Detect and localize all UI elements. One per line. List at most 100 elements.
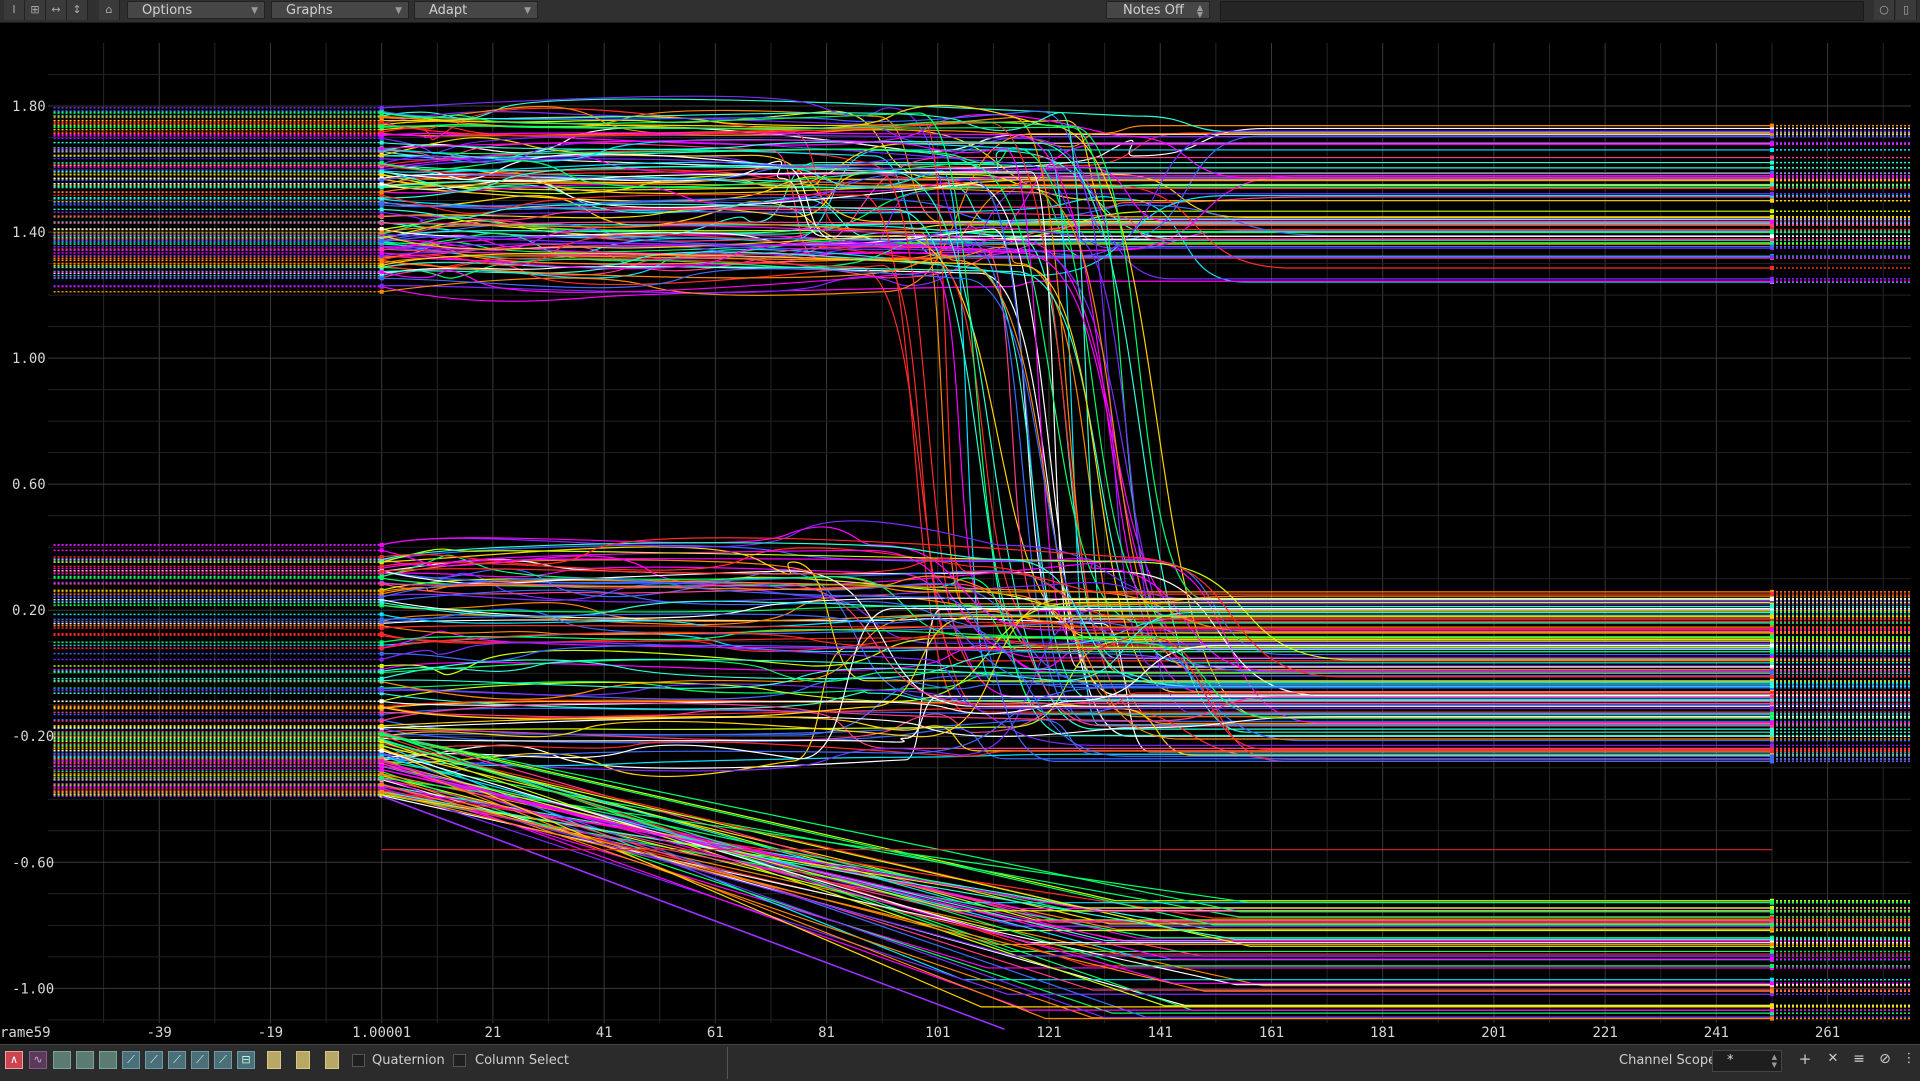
animation-curves-plot[interactable]: 1.80 1.40 1.00 0.60 0.20 -0.20 -0.60 -1.00 rame… [0, 23, 1920, 1043]
list-icon[interactable]: ≡ [1850, 1051, 1868, 1069]
keyframe[interactable] [379, 258, 384, 263]
keyframe[interactable] [379, 688, 384, 693]
keyframe[interactable] [379, 153, 384, 158]
frame-vertical-icon[interactable]: ↕ [67, 0, 88, 20]
keyframe[interactable] [1769, 209, 1774, 214]
keyframe[interactable] [379, 247, 384, 252]
keyframe[interactable] [1769, 977, 1774, 982]
graphs-menu[interactable]: Graphs ▼ [271, 1, 409, 19]
tangent-flat-icon[interactable]: ⟋ [168, 1051, 186, 1069]
keyframe[interactable] [1769, 957, 1774, 962]
keyframe[interactable] [1769, 123, 1774, 128]
home-icon[interactable]: ⌂ [99, 0, 120, 20]
keyframe[interactable] [1769, 684, 1774, 689]
keyframe[interactable] [379, 790, 384, 795]
keyframe[interactable] [1769, 621, 1774, 626]
keyframe[interactable] [379, 221, 384, 226]
keyframe[interactable] [379, 250, 384, 255]
more-icon[interactable]: ⋮ [1902, 1051, 1916, 1069]
keyframe[interactable] [379, 115, 384, 120]
keyframe[interactable] [1769, 964, 1774, 969]
tangent-linear-icon[interactable]: ⟋ [122, 1051, 140, 1069]
keyframe[interactable] [1769, 223, 1774, 228]
keyframe[interactable] [379, 664, 384, 669]
keyframe[interactable] [1769, 720, 1774, 725]
keyframe[interactable] [379, 178, 384, 183]
keyframe[interactable] [1769, 229, 1774, 234]
keyframe[interactable] [1769, 759, 1774, 764]
quaternion-checkbox[interactable] [352, 1054, 365, 1067]
animation-curve[interactable] [381, 193, 1772, 715]
keyframe[interactable] [1769, 244, 1774, 249]
keyframe[interactable] [379, 200, 384, 205]
keyframe-color-icon[interactable] [325, 1051, 339, 1069]
keyframe[interactable] [1769, 909, 1774, 914]
keyframe[interactable] [379, 555, 384, 560]
keyframe[interactable] [379, 657, 384, 662]
keyframe[interactable] [379, 633, 384, 638]
keyframe[interactable] [1769, 604, 1774, 609]
keyframe[interactable] [1769, 142, 1774, 147]
keyframe[interactable] [379, 739, 384, 744]
keyframe[interactable] [1769, 177, 1774, 182]
keyframe[interactable] [1769, 592, 1774, 597]
keyframe[interactable] [379, 732, 384, 737]
frame-all-icon[interactable]: ⊞ [25, 0, 46, 20]
keyframe[interactable] [379, 574, 384, 579]
keyframe[interactable] [379, 263, 384, 268]
keyframe[interactable] [379, 160, 384, 165]
animation-curve[interactable] [381, 750, 1772, 944]
keyframe[interactable] [1769, 674, 1774, 679]
keyframe[interactable] [379, 105, 384, 110]
keyframe[interactable] [379, 626, 384, 631]
keyframe[interactable] [1769, 266, 1774, 271]
notes-toggle[interactable]: Notes Off ▲ ▼ [1106, 1, 1210, 19]
keyframe-color-icon[interactable] [267, 1051, 281, 1069]
keyframe-color-icon[interactable] [296, 1051, 310, 1069]
keyframe[interactable] [379, 207, 384, 212]
keyframe[interactable] [1769, 155, 1774, 160]
keyframe[interactable] [379, 718, 384, 723]
add-icon[interactable]: + [1796, 1051, 1814, 1069]
animation-curve[interactable] [381, 241, 1772, 653]
keyframe[interactable] [1769, 690, 1774, 695]
keyframe[interactable] [379, 136, 384, 141]
animation-curve[interactable] [381, 760, 1772, 912]
keyframe[interactable] [379, 617, 384, 622]
keyframe[interactable] [1769, 129, 1774, 134]
keyframe[interactable] [379, 759, 384, 764]
keyframe[interactable] [379, 120, 384, 125]
keyframe[interactable] [1769, 147, 1774, 152]
keyframe[interactable] [379, 110, 384, 115]
keyframe[interactable] [379, 782, 384, 787]
keyframe[interactable] [1769, 191, 1774, 196]
keyframe[interactable] [379, 542, 384, 547]
keyframe[interactable] [379, 723, 384, 728]
keyframe[interactable] [1769, 214, 1774, 219]
keyframe[interactable] [379, 276, 384, 281]
keyframe[interactable] [1769, 711, 1774, 716]
panel-icon[interactable]: ▯ [1896, 0, 1917, 20]
keyframe[interactable] [379, 646, 384, 651]
keyframe[interactable] [379, 564, 384, 569]
keyframe[interactable] [379, 190, 384, 195]
keyframe[interactable] [379, 763, 384, 768]
keyframe[interactable] [1769, 610, 1774, 615]
animation-curve[interactable] [381, 779, 1772, 1006]
keyframe[interactable] [379, 669, 384, 674]
keyframe[interactable] [379, 595, 384, 600]
keyframe[interactable] [1769, 657, 1774, 662]
keyframe[interactable] [1769, 981, 1774, 986]
keyframe[interactable] [1769, 900, 1774, 905]
remove-icon[interactable]: ✕ [1824, 1051, 1842, 1069]
keyframe[interactable] [379, 289, 384, 294]
keyframe[interactable] [1769, 743, 1774, 748]
keyframe[interactable] [379, 132, 384, 137]
keyframe[interactable] [1769, 628, 1774, 633]
curve-mode-alt-icon[interactable]: ∿ [29, 1051, 47, 1069]
keyframe[interactable] [379, 239, 384, 244]
keyframe[interactable] [1769, 737, 1774, 742]
tangent-break-icon[interactable]: ⟋ [214, 1051, 232, 1069]
keyframe[interactable] [1769, 747, 1774, 752]
keyframe[interactable] [1769, 694, 1774, 699]
